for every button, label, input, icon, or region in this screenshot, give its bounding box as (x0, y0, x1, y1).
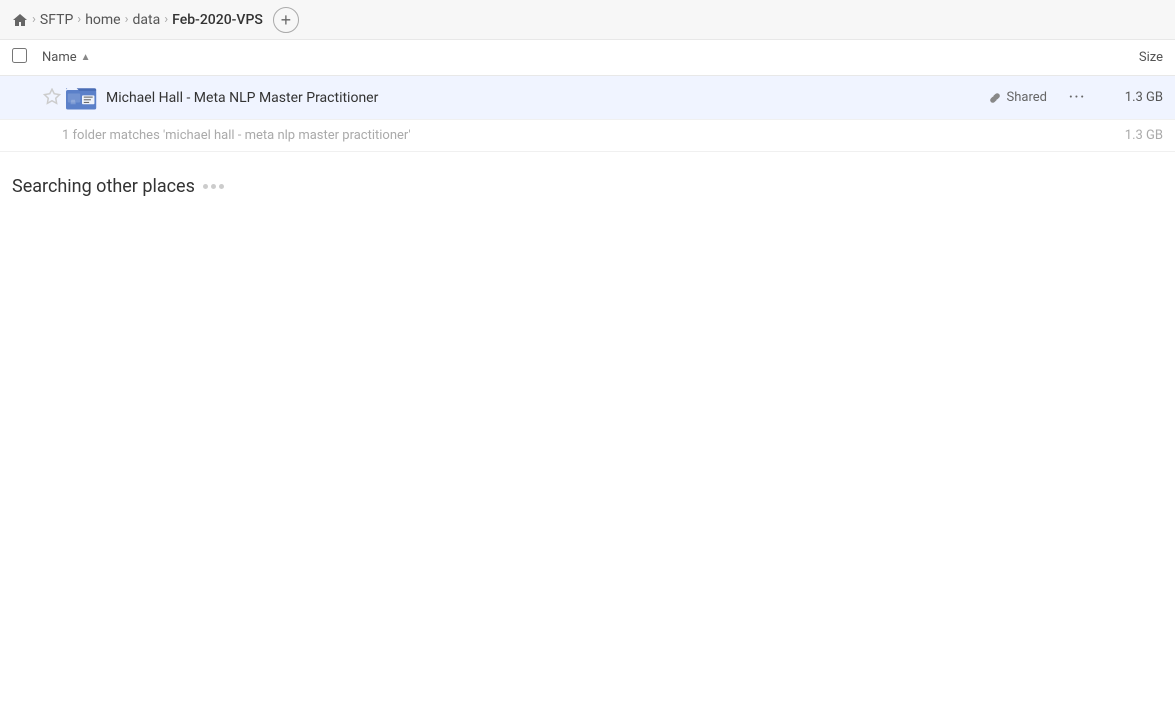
name-column-header[interactable]: Name ▲ (42, 50, 1083, 65)
searching-title: Searching other places (12, 176, 195, 197)
breadcrumb-sep-3: › (125, 12, 129, 27)
toolbar: › SFTP › home › data › Feb-2020-VPS + (0, 0, 1175, 40)
match-info: 1 folder matches 'michael hall - meta nl… (0, 120, 1175, 152)
header-checkbox[interactable] (12, 48, 42, 67)
match-text: 1 folder matches 'michael hall - meta nl… (62, 128, 411, 143)
match-size: 1.3 GB (1125, 128, 1163, 143)
loading-dot-1 (203, 184, 208, 189)
size-column-header: Size (1083, 50, 1163, 65)
searching-section: Searching other places (0, 152, 1175, 209)
breadcrumb-sep-2: › (77, 12, 81, 27)
shared-badge: Shared (988, 90, 1047, 105)
file-list: Michael Hall - Meta NLP Master Practitio… (0, 76, 1175, 152)
file-size: 1.3 GB (1103, 90, 1163, 105)
breadcrumb-current: Feb-2020-VPS (172, 12, 263, 28)
breadcrumb-sftp[interactable]: SFTP (40, 12, 73, 28)
sort-arrow: ▲ (81, 52, 91, 63)
loading-dots (203, 184, 224, 189)
link-icon (988, 91, 1002, 105)
home-icon[interactable] (12, 12, 28, 28)
file-name: Michael Hall - Meta NLP Master Practitio… (106, 90, 988, 106)
folder-icon (66, 82, 98, 114)
more-button[interactable]: ··· (1063, 84, 1091, 112)
file-row[interactable]: Michael Hall - Meta NLP Master Practitio… (0, 76, 1175, 120)
breadcrumb-home[interactable]: home (85, 12, 120, 28)
name-label: Name (42, 50, 77, 65)
breadcrumb: › SFTP › home › data › Feb-2020-VPS + (12, 7, 299, 33)
breadcrumb-data[interactable]: data (133, 12, 161, 28)
select-all-checkbox[interactable] (12, 48, 27, 63)
add-button[interactable]: + (273, 7, 299, 33)
breadcrumb-sep-4: › (164, 12, 168, 27)
breadcrumb-sep-1: › (32, 12, 36, 27)
column-headers: Name ▲ Size (0, 40, 1175, 76)
star-icon[interactable] (42, 88, 62, 108)
shared-label: Shared (1007, 90, 1047, 105)
loading-dot-2 (211, 184, 216, 189)
loading-dot-3 (219, 184, 224, 189)
